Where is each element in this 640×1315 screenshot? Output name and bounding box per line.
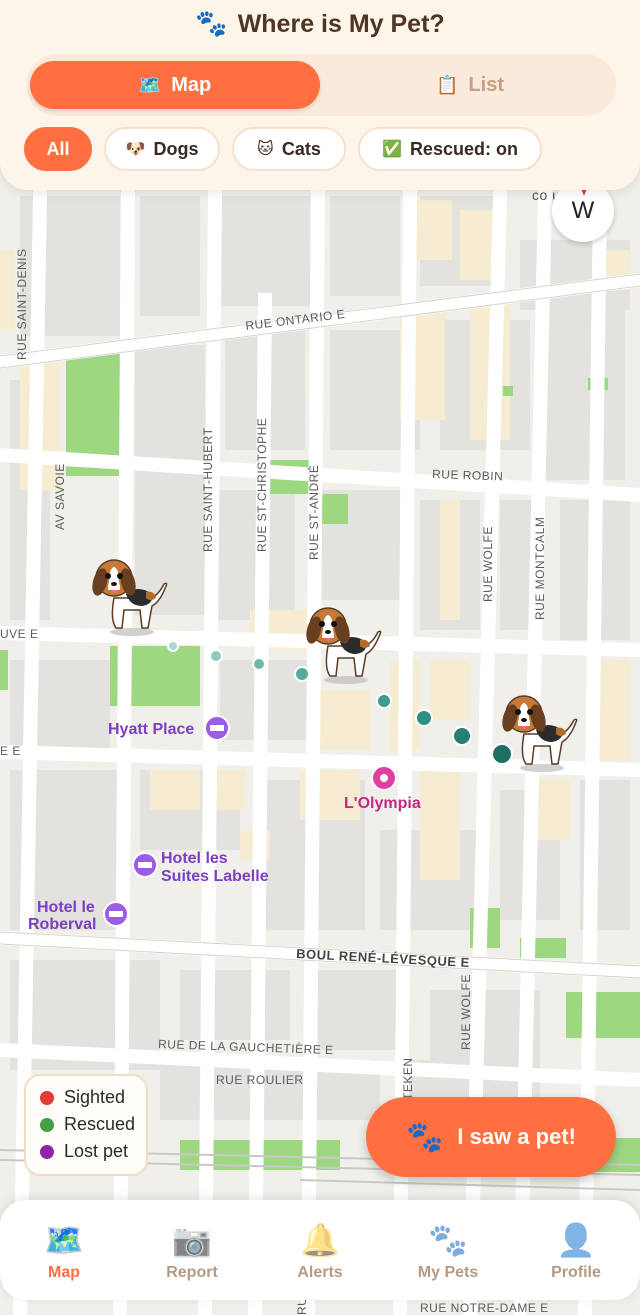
tab-report[interactable]: 📷 Report [128, 1200, 256, 1300]
poi-label: Roberval [28, 916, 96, 933]
street-label: RUE WOLFE [459, 974, 473, 1050]
legend-dot [40, 1090, 54, 1105]
legend-item-sighted: Sighted [40, 1084, 146, 1111]
street-label: RUE ST-CHRISTOPHE [255, 418, 269, 552]
report-sighting-button[interactable]: 🐾 I saw a pet! [366, 1097, 616, 1177]
poi-label: L'Olympia [344, 795, 421, 812]
bed-icon [109, 911, 123, 917]
cat-face-icon: 🐱 [257, 141, 274, 158]
paw-icon: 🐾 [195, 8, 228, 38]
street-label: RUE SAINT-DENIS [15, 248, 29, 360]
poi-label: Hotel les [161, 850, 228, 867]
map-icon: 🗺️ [44, 1222, 84, 1258]
bell-icon: 🔔 [300, 1222, 340, 1258]
street-label: RUE ROBIN [432, 467, 504, 483]
street-label: RUE MONTCALM [533, 517, 547, 620]
bottom-tab-bar: 🗺️ Map 📷 Report 🔔 Alerts 🐾 My Pets 👤 Pro… [0, 1200, 640, 1300]
legend-item-lost-pet: Lost pet [40, 1138, 146, 1165]
legend-dot [40, 1117, 54, 1132]
legend-dot [40, 1144, 54, 1159]
clipboard-icon: 📋 [436, 74, 459, 95]
street-label: RUE NOTRE-DAME E [420, 1301, 549, 1315]
street-label: RUE SAINT-HUBERT [201, 427, 215, 552]
street-label: RUE ROULIER [216, 1073, 304, 1087]
poi-label: Hotel le [37, 899, 95, 916]
map-view-button[interactable]: 🗺️ Map [30, 61, 320, 109]
camera-icon: 📷 [172, 1222, 212, 1258]
list-view-button[interactable]: 📋 List [326, 61, 614, 109]
street-label: UVE E [0, 627, 39, 641]
bed-icon [210, 725, 224, 731]
view-toggle: 🗺️ Map 📋 List [26, 54, 616, 116]
filter-dogs-chip[interactable]: 🐶 Dogs [104, 127, 220, 171]
app-header: 🐾 Where is My Pet? 🗺️ Map 📋 List All 🐶 Dogs … [0, 0, 640, 190]
tab-map[interactable]: 🗺️ Map [0, 1200, 128, 1300]
paw-icon: 🐾 [406, 1120, 444, 1154]
paw-prints-icon: 🐾 [428, 1222, 468, 1258]
map-icon: 🗺️ [138, 74, 162, 95]
poi-label: Suites Labelle [161, 868, 269, 885]
tab-my-pets[interactable]: 🐾 My Pets [384, 1200, 512, 1300]
street-label: AV SAVOIE [53, 463, 67, 530]
legend-item-rescued: Rescued [40, 1111, 146, 1138]
user-icon: 👤 [556, 1222, 596, 1258]
filter-rescued-chip[interactable]: ✅ Rescued: on [358, 127, 542, 171]
tab-profile[interactable]: 👤 Profile [512, 1200, 640, 1300]
app-title: 🐾 Where is My Pet? [195, 8, 445, 38]
check-mark-icon: ✅ [382, 141, 402, 158]
street-label: E E [0, 744, 21, 758]
poi-label: Hyatt Place [108, 721, 194, 738]
tab-alerts[interactable]: 🔔 Alerts [256, 1200, 384, 1300]
street-label: TEKEN [401, 1057, 415, 1100]
street-label: RUE ST-ANDRÉ [306, 465, 321, 560]
filter-cats-chip[interactable]: 🐱 Cats [232, 127, 346, 171]
bed-icon [138, 862, 152, 868]
street-label: RUE WOLFE [481, 526, 495, 602]
dog-face-icon: 🐶 [125, 141, 146, 158]
pin-icon [380, 774, 388, 782]
filter-all-chip[interactable]: All [24, 127, 92, 171]
map-legend: Sighted Rescued Lost pet [24, 1074, 148, 1176]
